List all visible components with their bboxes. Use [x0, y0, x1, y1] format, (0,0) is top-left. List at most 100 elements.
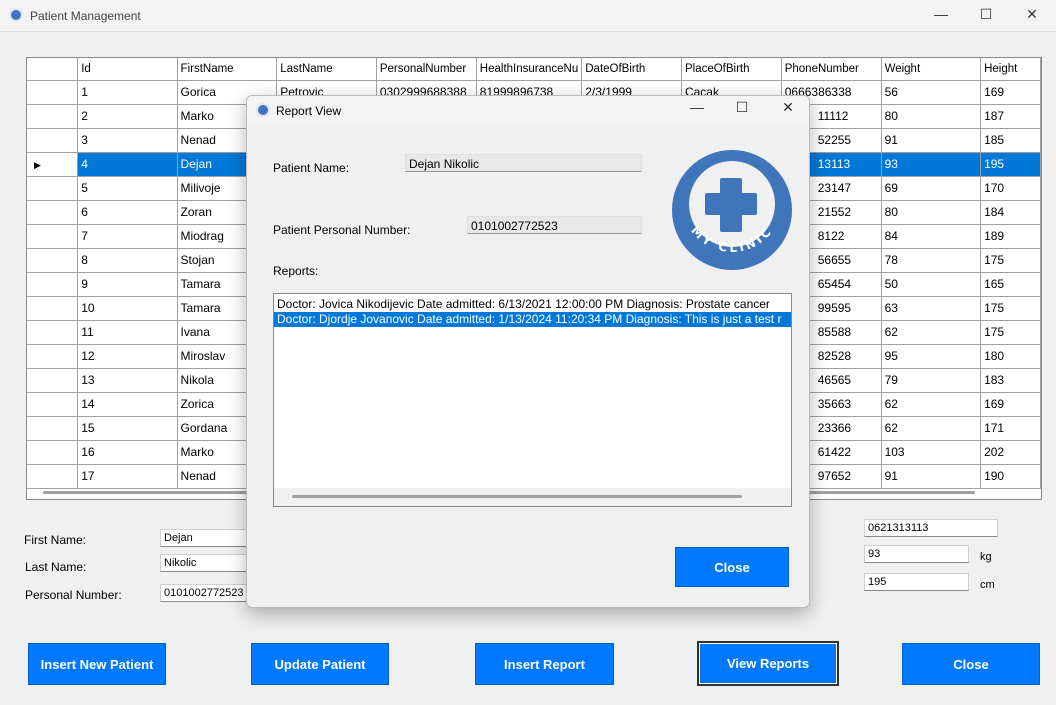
column-header-height[interactable]: Height: [980, 58, 1041, 81]
table-cell[interactable]: 63: [881, 296, 982, 321]
row-header[interactable]: [27, 224, 79, 249]
column-header-firstname[interactable]: FirstName: [177, 58, 278, 81]
row-header[interactable]: [27, 176, 79, 201]
table-cell[interactable]: 175: [980, 296, 1041, 321]
table-cell[interactable]: 2: [77, 104, 178, 129]
table-cell[interactable]: 78: [881, 248, 982, 273]
table-cell[interactable]: 50: [881, 272, 982, 297]
height-input[interactable]: 195: [864, 573, 969, 591]
table-cell[interactable]: 175: [980, 248, 1041, 273]
update-patient-button[interactable]: Update Patient: [251, 643, 389, 685]
row-header[interactable]: [27, 440, 79, 465]
dialog-close-icon[interactable]: ✕: [765, 99, 809, 116]
reports-list[interactable]: Doctor: Jovica Nikodijevic Date admitted…: [273, 293, 792, 507]
table-cell[interactable]: 56: [881, 80, 982, 105]
table-cell[interactable]: 69: [881, 176, 982, 201]
maximize-button[interactable]: ☐: [963, 6, 1009, 23]
row-header[interactable]: [27, 320, 79, 345]
close-button[interactable]: Close: [902, 643, 1040, 685]
close-window-button[interactable]: ✕: [1009, 6, 1055, 23]
table-cell[interactable]: 175: [980, 320, 1041, 345]
vertical-scrollbar[interactable]: [1040, 60, 1041, 340]
table-cell[interactable]: 9: [77, 272, 178, 297]
table-cell[interactable]: 165: [980, 272, 1041, 297]
table-cell[interactable]: 169: [980, 80, 1041, 105]
table-cell[interactable]: 93: [881, 152, 982, 177]
row-header[interactable]: [27, 200, 79, 225]
column-header-lastname[interactable]: LastName: [276, 58, 377, 81]
row-header[interactable]: [27, 104, 79, 129]
table-cell[interactable]: 17: [77, 464, 178, 489]
column-header-id[interactable]: Id: [77, 58, 178, 81]
report-list-item[interactable]: Doctor: Djordje Jovanovic Date admitted:…: [274, 312, 791, 327]
row-header[interactable]: [27, 416, 79, 441]
table-cell[interactable]: 6: [77, 200, 178, 225]
table-cell[interactable]: 12: [77, 344, 178, 369]
row-header[interactable]: [27, 248, 79, 273]
table-cell[interactable]: 103: [881, 440, 982, 465]
table-cell[interactable]: 62: [881, 320, 982, 345]
row-header[interactable]: [27, 368, 79, 393]
reports-horizontal-scrollbar[interactable]: [274, 488, 791, 506]
minimize-button[interactable]: —: [918, 6, 964, 22]
first-name-input[interactable]: Dejan: [160, 529, 250, 547]
column-header-weight[interactable]: Weight: [881, 58, 982, 81]
row-header[interactable]: [27, 80, 79, 105]
personal-number-input[interactable]: 0101002772523: [160, 584, 250, 602]
last-name-input[interactable]: Nikolic: [160, 554, 250, 572]
row-header[interactable]: [27, 392, 79, 417]
column-header-dateofbirth[interactable]: DateOfBirth: [581, 58, 682, 81]
column-header-healthinsurancenu[interactable]: HealthInsuranceNu: [476, 58, 583, 81]
row-header[interactable]: ▶: [27, 152, 79, 177]
table-cell[interactable]: 4: [77, 152, 178, 177]
table-cell[interactable]: 183: [980, 368, 1041, 393]
table-cell[interactable]: 5: [77, 176, 178, 201]
dialog-maximize-button[interactable]: ☐: [719, 99, 765, 116]
table-cell[interactable]: 62: [881, 392, 982, 417]
table-cell[interactable]: 190: [980, 464, 1041, 489]
column-header-personalnumber[interactable]: PersonalNumber: [376, 58, 477, 81]
table-cell[interactable]: 189: [980, 224, 1041, 249]
column-header-phonenumber[interactable]: PhoneNumber: [781, 58, 882, 81]
weight-input[interactable]: 93: [864, 545, 969, 563]
table-cell[interactable]: 3: [77, 128, 178, 153]
table-cell[interactable]: 14: [77, 392, 178, 417]
dialog-close-button[interactable]: Close: [675, 547, 789, 587]
table-cell[interactable]: 13: [77, 368, 178, 393]
report-list-item[interactable]: Doctor: Jovica Nikodijevic Date admitted…: [274, 297, 791, 312]
table-cell[interactable]: 184: [980, 200, 1041, 225]
row-header[interactable]: [27, 464, 79, 489]
table-cell[interactable]: 7: [77, 224, 178, 249]
table-cell[interactable]: 170: [980, 176, 1041, 201]
table-cell[interactable]: 91: [881, 464, 982, 489]
table-cell[interactable]: 80: [881, 200, 982, 225]
table-cell[interactable]: 195: [980, 152, 1041, 177]
row-header[interactable]: [27, 344, 79, 369]
table-cell[interactable]: 79: [881, 368, 982, 393]
row-header[interactable]: [27, 272, 79, 297]
table-cell[interactable]: 171: [980, 416, 1041, 441]
column-header-placeofbirth[interactable]: PlaceOfBirth: [681, 58, 782, 81]
table-cell[interactable]: 187: [980, 104, 1041, 129]
table-cell[interactable]: 84: [881, 224, 982, 249]
table-cell[interactable]: 185: [980, 128, 1041, 153]
table-cell[interactable]: 10: [77, 296, 178, 321]
row-header[interactable]: [27, 128, 79, 153]
table-cell[interactable]: 15: [77, 416, 178, 441]
table-cell[interactable]: 91: [881, 128, 982, 153]
insert-new-patient-button[interactable]: Insert New Patient: [28, 643, 166, 685]
table-cell[interactable]: 11: [77, 320, 178, 345]
table-cell[interactable]: 95: [881, 344, 982, 369]
dialog-minimize-button[interactable]: —: [674, 99, 720, 115]
table-cell[interactable]: 80: [881, 104, 982, 129]
view-reports-button[interactable]: View Reports: [697, 641, 839, 686]
phone-input[interactable]: 0621313113: [864, 519, 998, 537]
table-cell[interactable]: 8: [77, 248, 178, 273]
table-cell[interactable]: 1: [77, 80, 178, 105]
insert-report-button[interactable]: Insert Report: [475, 643, 614, 685]
table-cell[interactable]: 180: [980, 344, 1041, 369]
table-cell[interactable]: 16: [77, 440, 178, 465]
table-cell[interactable]: 62: [881, 416, 982, 441]
row-header[interactable]: [27, 296, 79, 321]
table-cell[interactable]: 169: [980, 392, 1041, 417]
